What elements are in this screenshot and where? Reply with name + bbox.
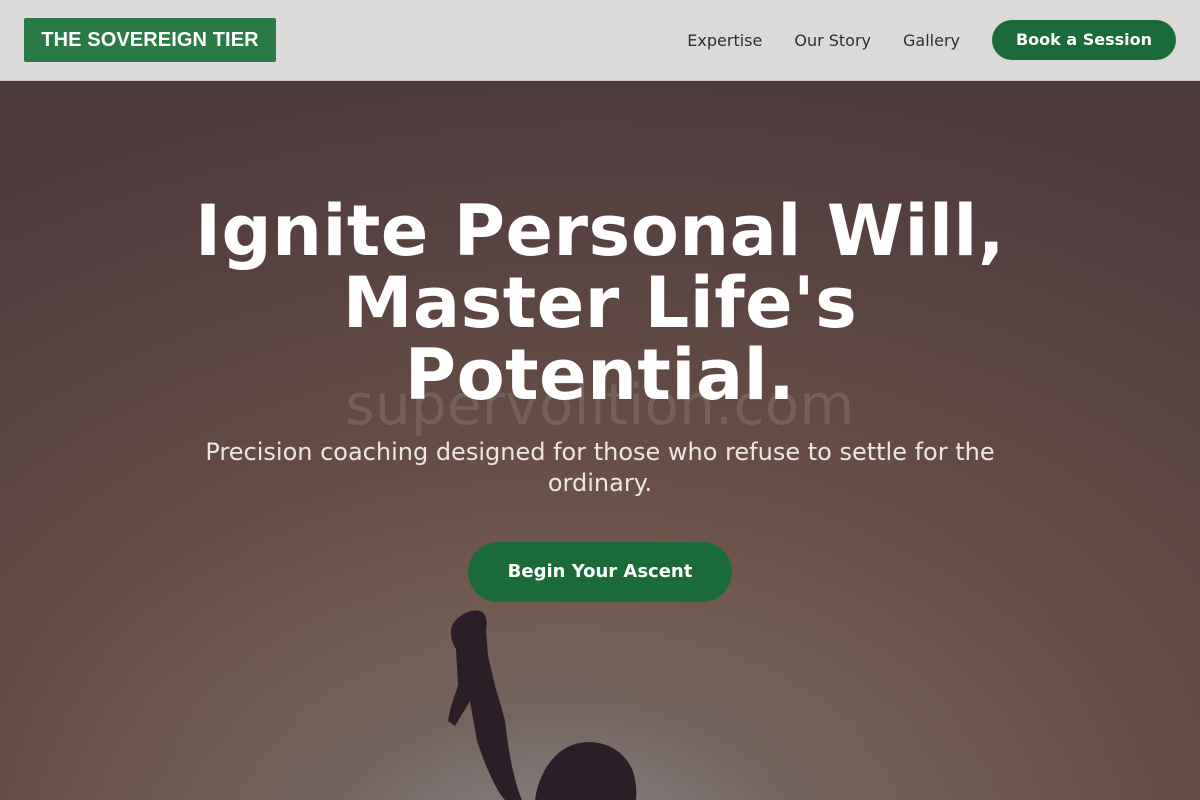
hero-title: Ignite Personal Will, Master Life's Pote… <box>194 190 1006 416</box>
brand-logo[interactable]: THE SOVEREIGN TIER <box>24 18 276 62</box>
nav-link-gallery[interactable]: Gallery <box>903 31 960 50</box>
hero-subtitle: Precision coaching designed for those wh… <box>205 438 995 497</box>
book-session-button[interactable]: Book a Session <box>992 20 1176 60</box>
raised-fist-silhouette-icon <box>448 610 637 800</box>
site-header: THE SOVEREIGN TIER Expertise Our Story G… <box>0 0 1200 81</box>
begin-ascent-button[interactable]: Begin Your Ascent <box>468 542 732 602</box>
hero-section: supervolition.com Ignite Personal Will, … <box>0 81 1200 800</box>
main-nav: Expertise Our Story Gallery Book a Sessi… <box>687 0 1176 80</box>
nav-link-our-story[interactable]: Our Story <box>794 31 871 50</box>
nav-link-expertise[interactable]: Expertise <box>687 31 762 50</box>
